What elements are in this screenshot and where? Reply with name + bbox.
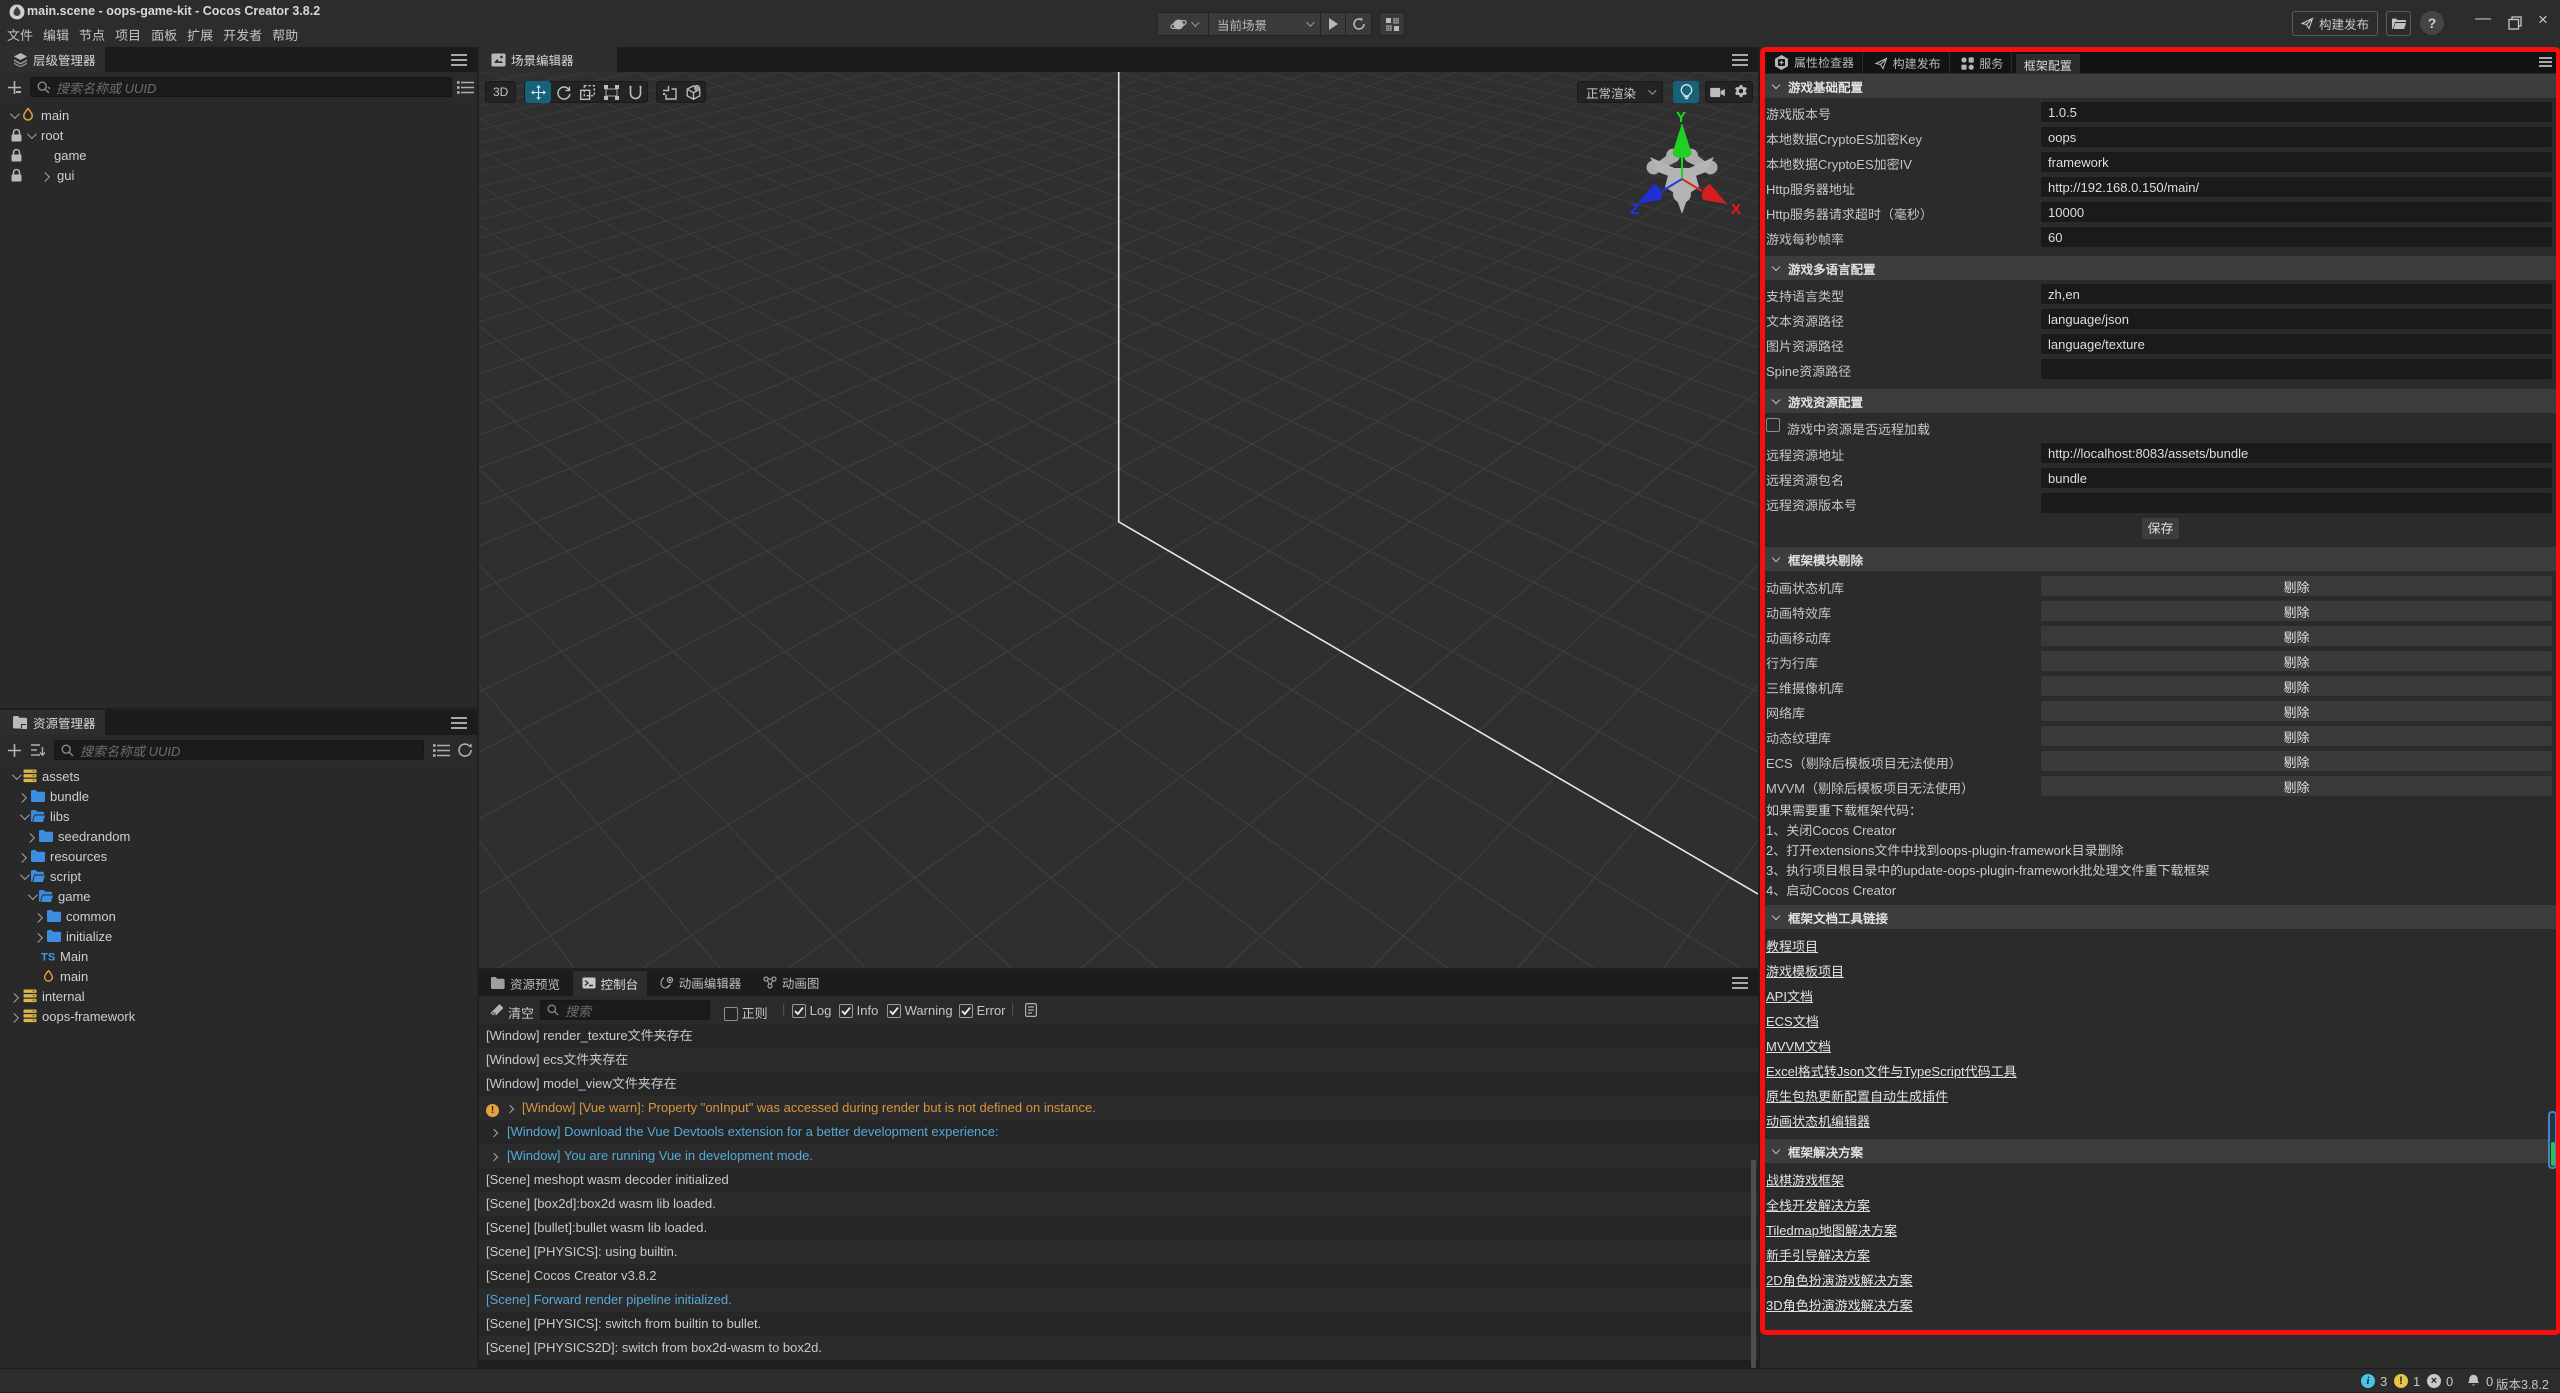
svg-text:TS: TS: [41, 951, 55, 962]
svg-text:X: X: [1731, 201, 1741, 218]
svg-text:Y: Y: [1676, 110, 1686, 126]
svg-text:Z: Z: [1630, 201, 1639, 218]
